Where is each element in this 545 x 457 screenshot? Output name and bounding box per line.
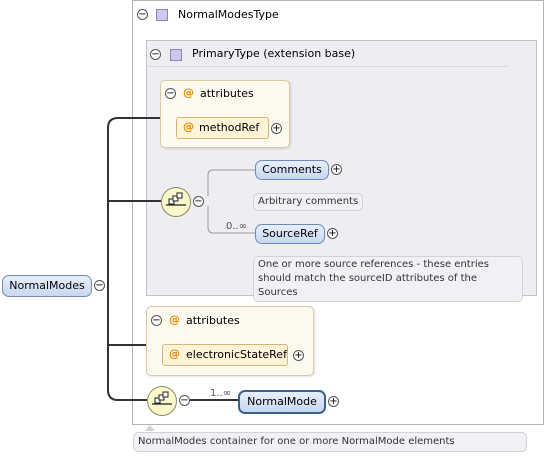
- sourceref-doc-line: should match the sourceID attributes of …: [258, 273, 477, 298]
- attributes-label: attributes: [186, 314, 240, 327]
- cardinality-label: 1..∞: [210, 388, 232, 399]
- expand-icon[interactable]: +: [327, 228, 338, 239]
- element-comments[interactable]: Comments: [255, 160, 329, 180]
- doc-pointer: [145, 425, 155, 431]
- element-sourceref[interactable]: SourceRef: [255, 224, 325, 244]
- comments-doc: Arbitrary comments: [253, 193, 364, 211]
- expand-icon[interactable]: +: [328, 396, 339, 407]
- sourceref-doc: One or more source references - these en…: [253, 256, 523, 302]
- element-normalmodes[interactable]: NormalModes: [2, 275, 92, 297]
- cardinality-label: 0..∞: [226, 221, 248, 232]
- collapse-icon[interactable]: −: [151, 315, 162, 326]
- sequence-icon: [147, 386, 177, 416]
- sourceref-doc-line: One or more source references - these en…: [258, 259, 489, 270]
- attribute-icon: @: [169, 347, 180, 360]
- expand-icon[interactable]: +: [331, 164, 342, 175]
- attribute-electronicstateref[interactable]: @ electronicStateRef: [162, 344, 288, 366]
- collapse-icon[interactable]: −: [94, 280, 105, 291]
- attribute-icon: @: [169, 313, 180, 326]
- element-normalmode[interactable]: NormalMode: [238, 390, 326, 414]
- root-doc: NormalModes container for one or more No…: [133, 432, 527, 452]
- collapse-icon[interactable]: −: [179, 395, 190, 406]
- sequence-glyph: [152, 391, 172, 405]
- attribute-label: electronicStateRef: [186, 348, 287, 361]
- expand-icon[interactable]: +: [293, 350, 304, 361]
